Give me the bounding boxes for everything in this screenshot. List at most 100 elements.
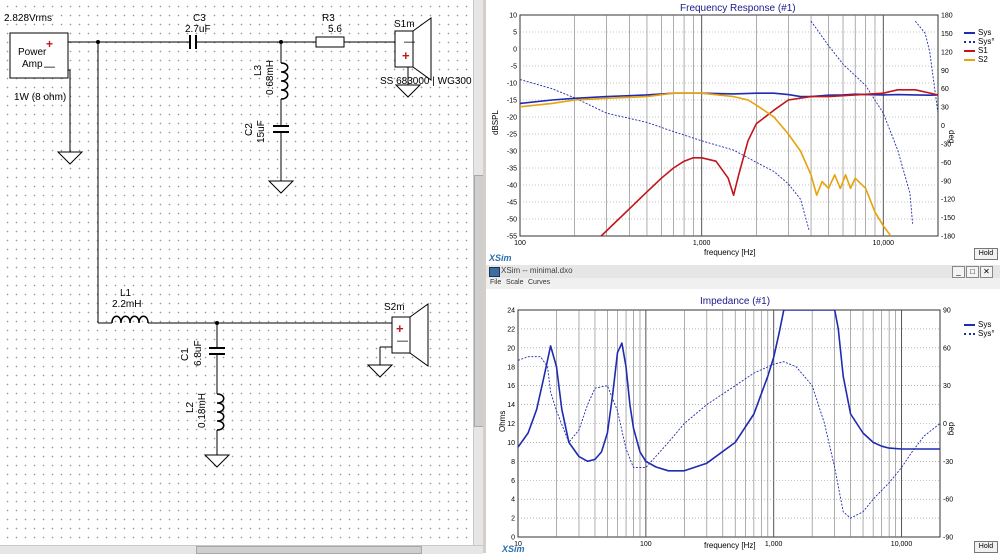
c1-ref-label: C1 [180, 348, 191, 361]
l3-value-label: 0.68mH [265, 59, 276, 95]
y-tick-label-left: 16 [507, 383, 515, 390]
y-tick-label-right: -90 [943, 535, 953, 542]
legend-label: Sys° [978, 329, 995, 338]
source-voltage-label: 2.828Vrms [4, 13, 52, 24]
y-tick-label-left: -15 [507, 98, 517, 105]
y-tick-label-right: -90 [941, 178, 951, 185]
x-tick-label: 100 [640, 541, 652, 548]
impedance-window-menubar: File Scale Curves [486, 278, 1000, 289]
fr-ylabel-left: dBSPL [491, 110, 500, 135]
l2-ref-label: L2 [185, 401, 196, 413]
y-tick-label-left: 4 [511, 497, 515, 504]
menu-scale[interactable]: Scale [506, 279, 524, 286]
y-tick-label-left: -30 [507, 149, 517, 156]
c1-value-label: 6.8uF [193, 340, 204, 366]
legend-label: Sys [978, 320, 992, 329]
y-tick-label-left: 20 [507, 345, 515, 352]
y-tick-label-right: 180 [941, 13, 953, 20]
legend-label: Sys [978, 28, 992, 37]
frequency-response-chart[interactable]: 1050-5-10-15-20-25-30-35-40-45-50-551801… [486, 0, 1000, 265]
menu-curves[interactable]: Curves [528, 279, 550, 286]
y-tick-label-right: -120 [941, 197, 955, 204]
y-tick-label-right: 30 [941, 105, 949, 112]
imp-ylabel-right: deg [947, 422, 956, 436]
power-amp-label-line2: Amp [22, 59, 43, 70]
y-tick-label-left: 24 [507, 308, 515, 315]
l1-ref-label: L1 [120, 288, 132, 299]
y-tick-label-right: 120 [941, 49, 953, 56]
x-tick-label: 1,000 [693, 240, 711, 247]
fr-ylabel-right: deg [947, 130, 956, 144]
legend-label: S1 [978, 46, 988, 55]
imp-ylabel-left: Ohms [498, 410, 507, 432]
imp-xlabel: frequency [Hz] [704, 541, 756, 550]
legend-swatch [964, 332, 975, 335]
x-tick-label: 10,000 [891, 541, 913, 548]
y-tick-label-left: -50 [507, 217, 517, 224]
y-tick-label-left: -20 [507, 115, 517, 122]
y-tick-label-right: -60 [941, 160, 951, 167]
impedance-window-titlebar[interactable]: XSim -- minimal.dxo _ □ ✕ [486, 265, 1000, 279]
l1-value-label: 2.2mH [112, 299, 142, 310]
y-tick-label-left: -10 [507, 81, 517, 88]
y-tick-label-right: 90 [943, 308, 951, 315]
fr-legend-item[interactable]: Sys [964, 28, 991, 37]
y-tick-label-left: 5 [513, 30, 517, 37]
y-tick-label-right: -30 [943, 459, 953, 466]
impedance-chart[interactable]: 2422201816141210864209060300-30-60-9010 1… [486, 289, 1000, 553]
fr-legend-item[interactable]: S1 [964, 46, 988, 55]
y-tick-label-left: 0 [513, 47, 517, 54]
l3-ref-label: L3 [253, 64, 264, 76]
maximize-button[interactable]: □ [966, 266, 979, 278]
legend-swatch [964, 40, 975, 43]
y-tick-label-left: 2 [511, 516, 515, 523]
s1m-model-label: SS 683000 | WG300 [380, 76, 472, 87]
s1m-minus-sign: — [404, 36, 415, 48]
y-tick-label-right: -60 [943, 497, 953, 504]
imp-hold-button[interactable]: Hold [974, 541, 998, 553]
y-tick-label-left: 8 [511, 459, 515, 466]
y-tick-label-left: -45 [507, 200, 517, 207]
x-tick-label: 100 [514, 240, 526, 247]
legend-swatch [964, 49, 975, 52]
resistor-r3[interactable] [315, 36, 345, 48]
y-tick-label-left: 14 [507, 402, 515, 409]
fr-brand-logo: XSim [489, 253, 512, 263]
s2m-minus-sign: — [397, 335, 408, 347]
c3-value-label: 2.7uF [185, 24, 211, 35]
y-tick-label-right: 0 [941, 123, 945, 130]
imp-legend-item[interactable]: Sys [964, 320, 991, 329]
y-tick-label-left: -35 [507, 166, 517, 173]
y-tick-label-left: 18 [507, 364, 515, 371]
s2m-plus-sign: + [396, 321, 404, 336]
y-tick-label-left: 12 [507, 421, 515, 428]
y-tick-label-left: -40 [507, 183, 517, 190]
close-button[interactable]: ✕ [980, 266, 993, 278]
legend-swatch [964, 31, 975, 34]
y-tick-label-right: -150 [941, 215, 955, 222]
y-tick-label-left: 10 [509, 13, 517, 20]
r3-value-label: 5.6 [328, 24, 342, 35]
y-tick-label-right: -180 [941, 234, 955, 241]
app-icon [489, 267, 500, 277]
fr-hold-button[interactable]: Hold [974, 248, 998, 260]
y-tick-label-left: 10 [507, 440, 515, 447]
x-tick-label: 1,000 [765, 541, 783, 548]
r3-ref-label: R3 [322, 13, 335, 24]
fr-xlabel: frequency [Hz] [704, 248, 756, 257]
y-tick-label-left: 6 [511, 478, 515, 485]
source-power-label: 1W (8 ohm) [14, 92, 67, 103]
legend-swatch [964, 58, 975, 61]
impedance-window-title: XSim -- minimal.dxo [501, 266, 573, 275]
s1m-ref-label: S1m [394, 19, 415, 30]
y-tick-label-right: 60 [941, 86, 949, 93]
fr-legend-item[interactable]: Sys° [964, 37, 995, 46]
c2-ref-label: C2 [244, 123, 255, 136]
c3-ref-label: C3 [193, 13, 206, 24]
imp-legend-item[interactable]: Sys° [964, 329, 995, 338]
menu-file[interactable]: File [490, 279, 501, 286]
y-tick-label-right: 90 [941, 68, 949, 75]
s2m-ref-label: S2m [384, 302, 405, 313]
fr-legend-item[interactable]: S2 [964, 55, 988, 64]
minimize-button[interactable]: _ [952, 266, 965, 278]
